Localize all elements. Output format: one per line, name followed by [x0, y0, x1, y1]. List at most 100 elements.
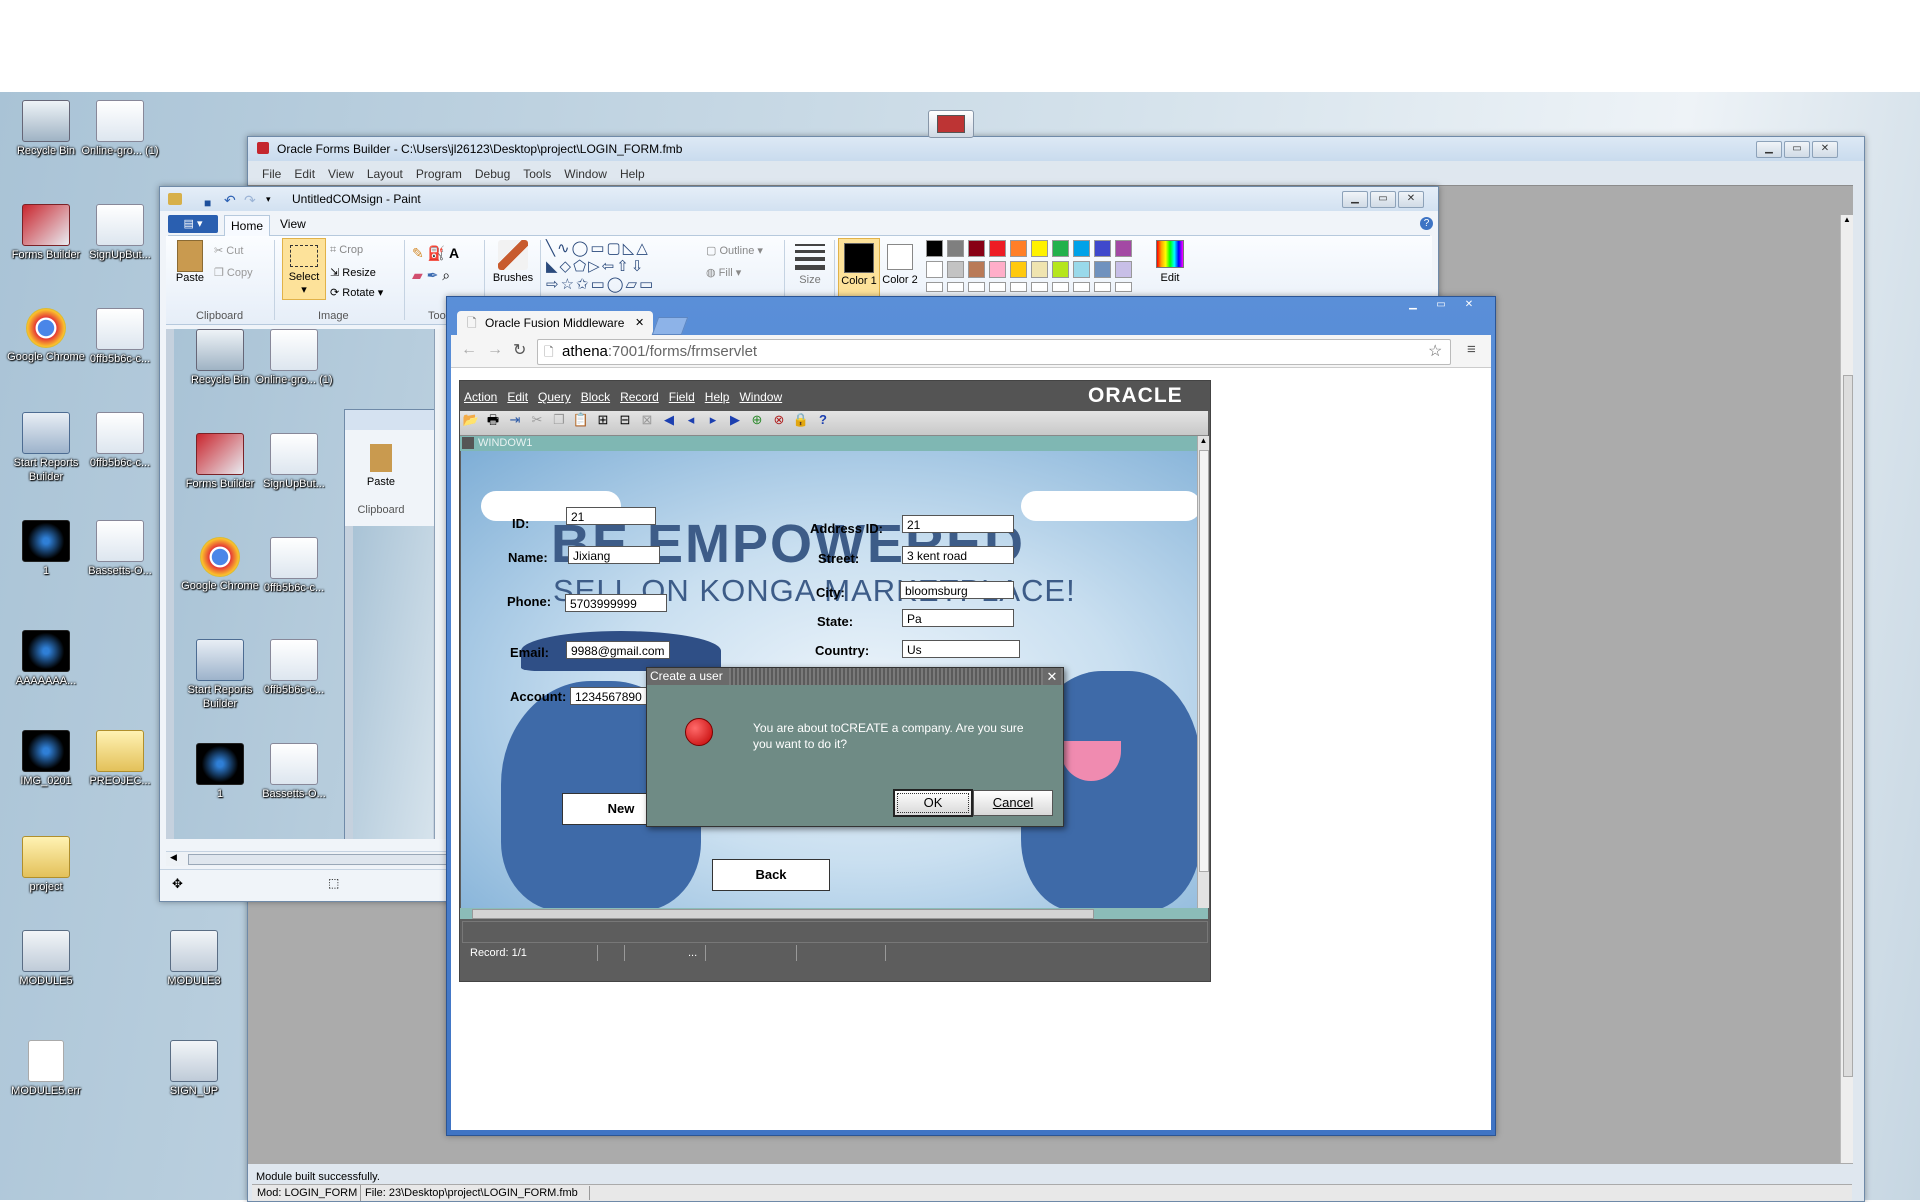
desktop-icon[interactable]: SIGN_UP	[148, 1040, 240, 1098]
hscroll-thumb[interactable]	[188, 854, 450, 865]
scroll-thumb[interactable]	[1843, 375, 1853, 1077]
form-hscrollbar[interactable]	[460, 908, 1208, 919]
reload-icon[interactable]: ↻	[513, 340, 526, 360]
desktop-icon[interactable]: project	[0, 836, 92, 894]
field-city[interactable]: bloomsburg	[900, 581, 1014, 599]
pencil-icon[interactable]: ✎	[412, 245, 424, 261]
palette-empty-swatch[interactable]	[926, 282, 943, 292]
palette-swatch[interactable]	[926, 261, 943, 278]
palette-empty-swatch[interactable]	[989, 282, 1006, 292]
insert-record-icon[interactable]: ⊕	[748, 411, 766, 429]
palette-swatch[interactable]	[1031, 240, 1048, 257]
menu-item[interactable]: Edit	[294, 167, 315, 181]
palette-empty-swatch[interactable]	[1031, 282, 1048, 292]
palette-empty-swatch[interactable]	[968, 282, 985, 292]
palette-empty-swatch[interactable]	[1010, 282, 1027, 292]
oracle-menu-item[interactable]: Help	[705, 390, 730, 404]
text-icon[interactable]: A	[449, 245, 459, 261]
quick-access-dropdown-icon[interactable]: ▾	[266, 187, 271, 211]
paint-minimize-button[interactable]: ▁	[1342, 191, 1368, 208]
cut-button[interactable]: ✂ Cut	[214, 244, 243, 257]
palette-swatch[interactable]	[1010, 240, 1027, 257]
scroll-up-arrow-icon[interactable]: ▲	[1841, 215, 1853, 227]
palette-empty-swatch[interactable]	[1052, 282, 1069, 292]
first-record-icon[interactable]: ◀	[660, 411, 678, 429]
crop-button[interactable]: ⌗ Crop	[330, 244, 363, 257]
last-record-icon[interactable]: ▶	[726, 411, 744, 429]
desktop-icon[interactable]: MODULE3	[148, 930, 240, 988]
chrome-close-button[interactable]: ✕	[1457, 298, 1481, 313]
tab-view[interactable]: View	[280, 217, 306, 231]
minimize-button[interactable]: ▁	[1756, 141, 1782, 158]
forms-builder-titlebar[interactable]: Oracle Forms Builder - C:\Users\jl26123\…	[248, 137, 1864, 161]
desktop-icon[interactable]: Bassetts-O...	[248, 743, 340, 801]
save-icon[interactable]: 📂	[462, 411, 480, 429]
paint-file-menu-button[interactable]: ▤ ▾	[168, 215, 218, 233]
menu-item[interactable]: Program	[416, 167, 462, 181]
address-bar[interactable]: 🗋 athena:7001/forms/frmservlet ☆	[537, 339, 1451, 365]
palette-swatch[interactable]	[1052, 261, 1069, 278]
help-icon[interactable]: ?	[814, 411, 832, 429]
oracle-menu-item[interactable]: Field	[669, 390, 695, 404]
brushes-button[interactable]: Brushes	[490, 240, 536, 284]
field-id[interactable]: 21	[566, 507, 656, 525]
palette-swatch[interactable]	[1010, 261, 1027, 278]
lock-record-icon[interactable]: 🔒	[792, 411, 810, 429]
form-hscroll-thumb[interactable]	[472, 909, 1094, 919]
rotate-button[interactable]: ⟳ Rotate ▾	[330, 286, 383, 299]
new-tab-button[interactable]	[651, 317, 689, 335]
paint-titlebar[interactable]: ■ ↶ ↷ ▾ UntitledCOMsign - Paint ▁ ▭ ✕	[160, 187, 1438, 211]
forms-builder-vscrollbar[interactable]: ▲	[1840, 215, 1853, 1163]
palette-swatch[interactable]	[947, 261, 964, 278]
cut-icon[interactable]: ✂	[528, 411, 546, 429]
color-picker-icon[interactable]: ✒	[427, 267, 439, 283]
color2-button[interactable]: Color 2	[880, 238, 920, 296]
desktop-icon[interactable]: Online-gro... (1)	[74, 100, 166, 158]
execute-query-icon[interactable]: ⊟	[616, 411, 634, 429]
fill-icon[interactable]: ⛽	[428, 245, 445, 261]
tab-close-icon[interactable]: ✕	[635, 311, 644, 335]
palette-empty-swatch[interactable]	[947, 282, 964, 292]
scroll-up-arrow-icon[interactable]: ▲	[1198, 436, 1209, 445]
oracle-menu-item[interactable]: Block	[581, 390, 610, 404]
outline-button[interactable]: ▢ Outline ▾	[706, 244, 763, 257]
field-country[interactable]: Us	[902, 640, 1020, 658]
palette-swatch[interactable]	[989, 240, 1006, 257]
oracle-menu-item[interactable]: Action	[464, 390, 497, 404]
palette-swatch[interactable]	[1115, 240, 1132, 257]
close-button[interactable]: ✕	[1812, 141, 1838, 158]
desktop-icon[interactable]: AAAAAAA...	[0, 630, 92, 688]
ok-button[interactable]: OK	[893, 789, 973, 817]
chrome-maximize-button[interactable]: ▭	[1429, 298, 1453, 313]
delete-record-icon[interactable]: ⊗	[770, 411, 788, 429]
edit-colors-button[interactable]: Edit colors	[1150, 240, 1190, 284]
desktop-icon[interactable]: PREOJEC...	[74, 730, 166, 788]
oracle-menu-item[interactable]: Edit	[507, 390, 528, 404]
back-arrow-icon[interactable]: ←	[461, 341, 477, 359]
palette-swatch[interactable]	[1073, 240, 1090, 257]
desktop-icon[interactable]: 0ffb5b6c-c...	[74, 412, 166, 470]
palette-empty-swatch[interactable]	[1094, 282, 1111, 292]
field-name[interactable]: Jixiang	[568, 546, 660, 564]
size-button[interactable]: Size	[790, 240, 830, 286]
palette-swatch[interactable]	[968, 261, 985, 278]
shapes-gallery[interactable]: ╲∿◯▭▢◺△ ◣◇⬠▷⇦⇧⇩ ⇨☆✩▭◯▱▭	[546, 240, 696, 294]
palette-empty-swatch[interactable]	[1073, 282, 1090, 292]
help-icon[interactable]: ?	[1420, 217, 1433, 230]
paste-button[interactable]: Paste	[172, 240, 208, 284]
tab-home[interactable]: Home	[224, 215, 270, 236]
cancel-button[interactable]: Cancel	[973, 790, 1053, 816]
palette-swatch[interactable]	[947, 240, 964, 257]
desktop-icon[interactable]: 0ffb5b6c-c...	[248, 537, 340, 595]
palette-swatch[interactable]	[1052, 240, 1069, 257]
desktop-icon[interactable]: MODULE5.err	[0, 1040, 92, 1098]
undo-icon[interactable]: ↶	[224, 188, 236, 212]
palette-swatch[interactable]	[926, 240, 943, 257]
fill-button[interactable]: ◍ Fill ▾	[706, 266, 741, 279]
palette-swatch[interactable]	[1115, 261, 1132, 278]
exit-icon[interactable]: ⇥	[506, 411, 524, 429]
bookmark-star-icon[interactable]: ☆	[1428, 340, 1442, 364]
cancel-query-icon[interactable]: ⊠	[638, 411, 656, 429]
floating-app-icon[interactable]	[928, 110, 974, 138]
chrome-tab[interactable]: 🗋 Oracle Fusion Middleware ✕	[457, 311, 653, 335]
